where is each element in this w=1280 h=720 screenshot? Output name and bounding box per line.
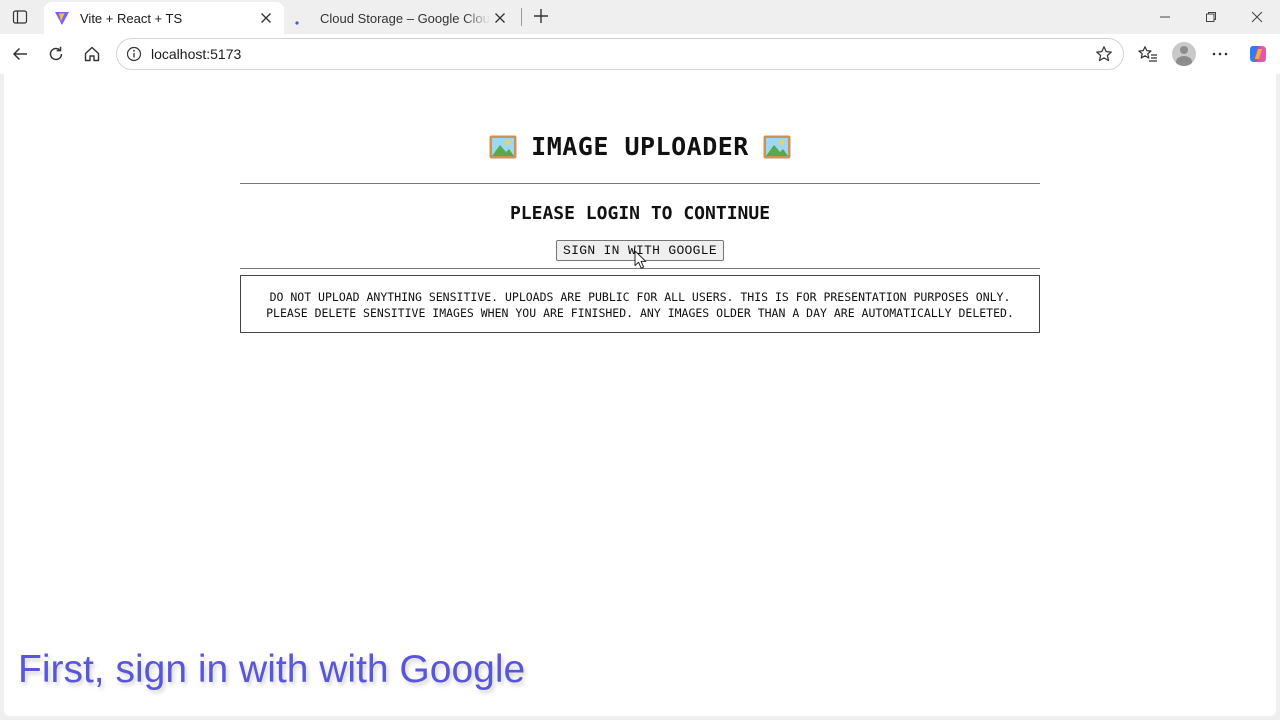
tab-separator: [521, 8, 522, 26]
browser-toolbar: localhost:5173: [0, 34, 1280, 74]
url-text[interactable]: localhost:5173: [151, 46, 1093, 62]
disclaimer-notice: DO NOT UPLOAD ANYTHING SENSITIVE. UPLOAD…: [240, 275, 1040, 333]
loading-dot-icon: [294, 10, 310, 26]
page-title: IMAGE UPLOADER: [240, 132, 1040, 161]
divider: [240, 183, 1040, 184]
tab-title: Cloud Storage – Google Cloud console: [320, 10, 490, 26]
vite-icon: [54, 10, 70, 26]
page-viewport: IMAGE UPLOADER PLEASE LOGIN TO CONTINUE …: [4, 74, 1276, 716]
framed-picture-icon: [763, 135, 791, 159]
tab-title: Vite + React + TS: [80, 10, 183, 26]
mouse-cursor-icon: [634, 250, 647, 269]
profile-avatar[interactable]: [1172, 42, 1196, 66]
close-tab-icon[interactable]: [256, 8, 276, 28]
address-bar[interactable]: localhost:5173: [116, 38, 1124, 70]
copilot-icon[interactable]: [1245, 42, 1271, 66]
minimize-icon[interactable]: [1151, 6, 1179, 28]
more-options-icon[interactable]: [1207, 42, 1233, 66]
app-title-text: IMAGE UPLOADER: [531, 132, 749, 161]
notice-line: PLEASE DELETE SENSITIVE IMAGES WHEN YOU …: [266, 305, 1014, 320]
tab-vite-react[interactable]: Vite + React + TS: [44, 2, 284, 34]
tutorial-caption: First, sign in with with Google: [18, 648, 526, 691]
notice-line: DO NOT UPLOAD ANYTHING SENSITIVE. UPLOAD…: [269, 290, 1011, 304]
favorites-icon[interactable]: [1135, 42, 1161, 66]
close-tab-icon[interactable]: [490, 8, 510, 28]
favorite-star-icon[interactable]: [1093, 43, 1115, 65]
site-info-icon[interactable]: [125, 45, 143, 63]
tab-actions-icon[interactable]: [8, 6, 32, 28]
framed-picture-icon: [489, 135, 517, 159]
refresh-icon[interactable]: [43, 42, 69, 66]
new-tab-icon[interactable]: [530, 5, 552, 27]
login-heading: PLEASE LOGIN TO CONTINUE: [509, 203, 771, 224]
back-icon[interactable]: [7, 42, 33, 66]
restore-icon[interactable]: [1197, 6, 1225, 28]
tab-cloud-storage[interactable]: Cloud Storage – Google Cloud console: [284, 2, 518, 34]
close-window-icon[interactable]: [1243, 6, 1271, 28]
tab-strip: Vite + React + TS Cloud Storage – Google…: [0, 0, 1280, 34]
home-icon[interactable]: [79, 42, 105, 66]
